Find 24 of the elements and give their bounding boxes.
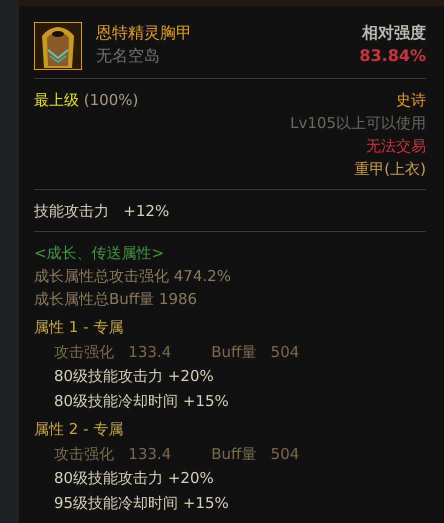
- strength-value: 83.84%: [359, 45, 426, 67]
- attribute-title: 属性 2 - 专属: [34, 419, 124, 440]
- armor-icon: [34, 22, 82, 70]
- stat-line: 技能攻击力 +12%: [34, 201, 170, 222]
- attribute-title: 属性 1 - 专属: [34, 317, 124, 338]
- attribute-effect: 80级技能攻击力 +20%: [53, 366, 215, 387]
- level-requirement: Lv105以上可以使用: [290, 113, 426, 134]
- growth-line: 成长属性总攻击强化 474.2%: [34, 266, 232, 287]
- attribute-effect: 80级技能攻击力 +20%: [53, 468, 215, 489]
- grade-text: 最上级 (100%): [34, 90, 138, 111]
- attribute-stat: 攻击强化 133.4: [54, 444, 172, 464]
- trade-status: 无法交易: [366, 136, 426, 157]
- attribute-effect: 80级技能冷却时间 +15%: [53, 390, 230, 412]
- growth-title: <成长、传送属性>: [34, 243, 166, 264]
- item-subtitle: 无名空岛: [96, 45, 161, 67]
- item-name: 恩特精灵胸甲: [96, 22, 193, 44]
- rarity-text: 史诗: [396, 90, 426, 111]
- attribute-stat: 攻击强化 133.4: [54, 342, 172, 362]
- attribute-stat: Buff量 504: [211, 342, 300, 362]
- attribute-effect: 95级技能冷却时间 +15%: [53, 492, 230, 514]
- armor-type: 重甲(上衣): [354, 159, 426, 180]
- strength-label: 相对强度: [362, 22, 426, 44]
- growth-line: 成长属性总Buff量 1986: [34, 289, 198, 310]
- attribute-stat: Buff量 504: [211, 444, 300, 464]
